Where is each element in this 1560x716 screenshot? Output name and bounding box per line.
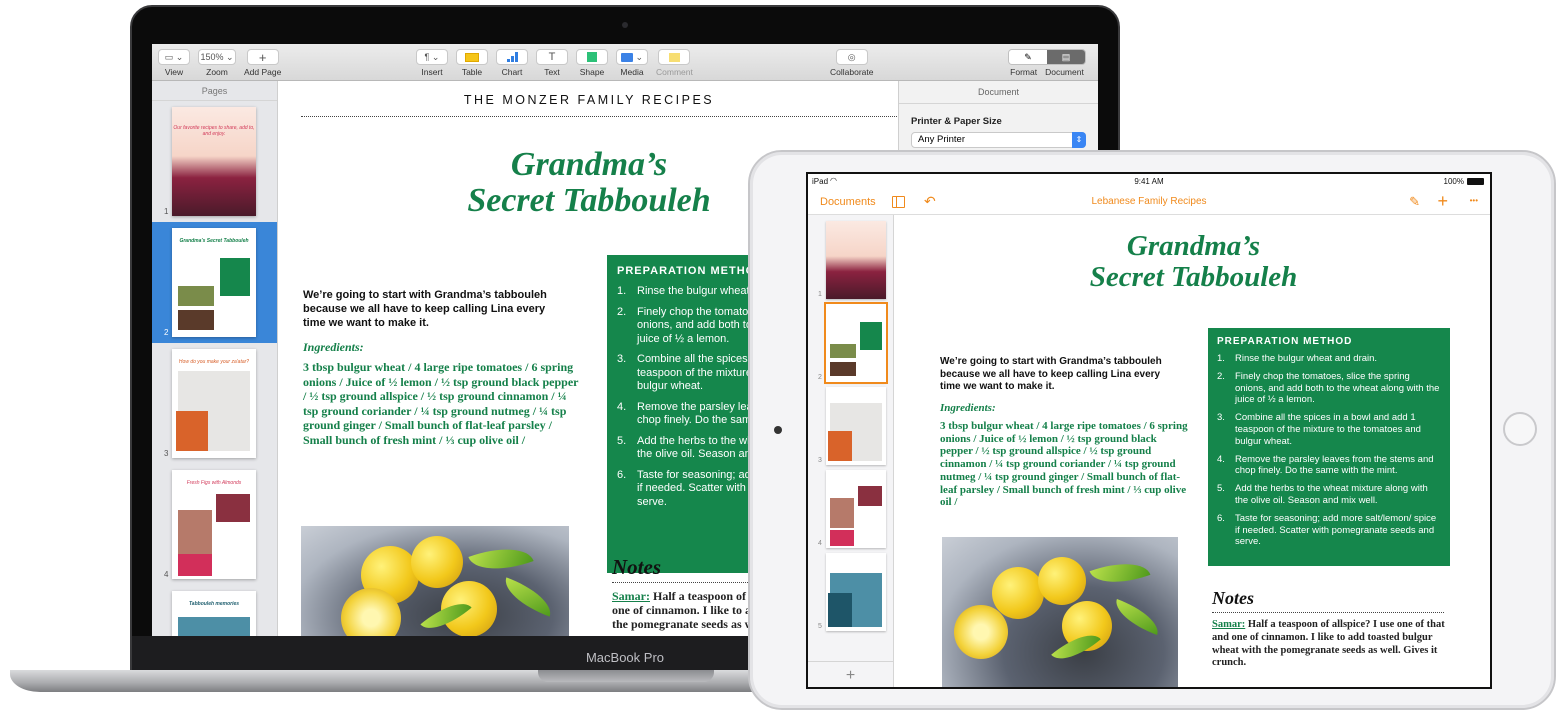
shape-button[interactable]: Shape <box>576 49 608 77</box>
document-tab[interactable]: ▤ <box>1047 50 1085 64</box>
prep-step: 1. Rinse the bulgur wheat and drain. <box>1217 353 1378 364</box>
notes-title: Notes <box>612 555 661 579</box>
photo-icon <box>620 52 633 62</box>
lemons-photo <box>301 526 569 636</box>
collaborate-button[interactable]: ◎ Collaborate <box>830 49 873 77</box>
table-icon <box>465 52 479 62</box>
ipad-status-bar: iPad ◠ 9:41 AM 100% <box>808 174 1490 191</box>
page-thumbnail-3[interactable]: How do you make your za'atar? 3 <box>152 343 277 464</box>
prep-step: 3. Combine all the spices in a bowl and a… <box>1217 412 1421 447</box>
ipad-page-thumbnail-4[interactable]: 4 <box>808 464 893 548</box>
note-author-link[interactable]: Samar: <box>612 589 650 603</box>
macbook-opening-notch <box>538 670 714 682</box>
sidebar-layout-icon: ▭ ⌄ <box>164 51 184 62</box>
page-thumbnail-4[interactable]: Fresh Figs with Almonds 4 <box>152 464 277 585</box>
page-thumbnail-1[interactable]: Our favorite recipes to share, add to, a… <box>152 101 277 222</box>
ipad-camera <box>774 426 782 434</box>
ipad-recipe-intro: We’re going to start with Grandma’s tabb… <box>940 356 1162 392</box>
text-button[interactable]: T Text <box>536 49 568 77</box>
ipad-notes-title: Notes <box>1212 588 1254 608</box>
ipad-ingredients-label: Ingredients: <box>940 402 996 414</box>
format-tab[interactable]: ✎ <box>1009 50 1047 64</box>
view-button[interactable]: ▭ ⌄ View <box>158 49 190 77</box>
toolbar: ▭ ⌄ View 150% ⌄ Zoom + Add Page ¶ ⌄ Inse… <box>152 44 1098 81</box>
ipad-preparation-method-box: PREPARATION METHOD 1. Rinse the bulgur wh… <box>1208 328 1450 566</box>
battery-percent: 100% <box>1443 177 1464 186</box>
pages-sidebar-title: Pages <box>152 81 277 101</box>
clock: 9:41 AM <box>1134 177 1164 186</box>
ipad-notes-divider <box>1212 612 1444 613</box>
comment-button[interactable]: Comment <box>656 49 693 77</box>
printer-paper-size-label: Printer & Paper Size <box>911 116 1002 127</box>
ipad-recipe-title: Grandma’s Secret Tabbouleh <box>1089 230 1298 293</box>
prep-step: 5.Add the herbs to the wheat mixture alo… <box>1217 483 1428 506</box>
paintbrush-icon: ✎ <box>1024 51 1032 62</box>
prep-step: 6.Taste for seasoning; add more salt/lem… <box>1217 512 1437 548</box>
format-paintbrush-icon[interactable]: ✎ <box>1409 194 1420 210</box>
ipad-ingredients-list: 3 tbsp bulgur wheat / 4 large ripe tomat… <box>940 420 1188 509</box>
printer-select[interactable]: Any Printer ⇕ <box>911 132 1086 148</box>
zoom-dropdown[interactable]: 150% ⌄ Zoom <box>198 49 236 77</box>
add-page-button[interactable]: + Add Page <box>244 49 281 77</box>
ipad-lemons-photo <box>942 537 1178 687</box>
recipe-intro: We’re going to start with Grandma’s tabb… <box>303 289 547 329</box>
ipad-page-thumbnails: 1 2 3 4 5 + <box>808 215 894 687</box>
add-person-icon: ◎ <box>847 51 856 62</box>
ipad-document-canvas[interactable]: Grandma’s Secret Tabbouleh We’re going t… <box>895 215 1490 687</box>
ipad-home-button[interactable] <box>1503 412 1537 446</box>
pages-sidebar: Pages Our favorite recipes to share, add… <box>152 81 278 636</box>
ipad-note-author-link[interactable]: Samar: <box>1212 619 1245 630</box>
up-down-chevron-icon: ⇕ <box>1072 132 1086 148</box>
battery-icon <box>1467 178 1484 185</box>
bar-chart-icon <box>506 52 518 62</box>
add-button[interactable]: + <box>1437 191 1448 212</box>
text-t-icon: T <box>548 51 556 63</box>
plus-icon: + <box>845 667 856 684</box>
inspector-title: Document <box>899 81 1098 104</box>
more-button[interactable]: ••• <box>1470 196 1478 205</box>
document-header: THE MONZER FAMILY RECIPES <box>463 93 715 107</box>
ipad-note-comment: Samar: Half a teaspoon of allspice? I us… <box>1212 619 1445 669</box>
chart-button[interactable]: Chart <box>496 49 528 77</box>
ipad-pages-app: iPad ◠ 9:41 AM 100% Documents ↶ Lebanese… <box>806 172 1492 689</box>
ipad-preparation-steps: 1. Rinse the bulgur wheat and drain. 2. Fi… <box>1217 353 1441 548</box>
insert-button[interactable]: ¶ ⌄ Insert <box>416 49 448 77</box>
media-button[interactable]: ⌄ Media <box>616 49 648 77</box>
square-shape-icon <box>587 52 597 62</box>
ipad-nav-bar: Documents ↶ Lebanese Family Recipes ✎ + … <box>808 191 1490 215</box>
comment-note-icon <box>668 52 680 62</box>
ipad-add-page-button[interactable]: + <box>808 661 893 687</box>
document-icon: ▤ <box>1061 51 1071 62</box>
ipad-page-thumbnail-5[interactable]: 5 <box>808 547 893 631</box>
ipad-page-thumbnail-1[interactable]: 1 <box>808 215 893 299</box>
ipad-page-thumbnail-2[interactable]: 2 <box>808 298 893 384</box>
prep-step: 4.Remove the parsley leaves from the ste… <box>1217 453 1434 477</box>
plus-icon: + <box>258 49 267 65</box>
table-button[interactable]: Table <box>456 49 488 77</box>
ingredients-label: Ingredients: <box>303 340 364 354</box>
macbook-camera <box>622 22 628 28</box>
pilcrow-icon: ¶ ⌄ <box>424 51 440 62</box>
ipad-page-thumbnail-3[interactable]: 3 <box>808 381 893 465</box>
page-thumbnail-5[interactable]: Tabbouleh memories 5 <box>152 585 277 636</box>
header-divider <box>301 116 899 117</box>
format-document-switcher: ✎ ▤ Format Document <box>1008 49 1086 77</box>
document-title: Lebanese Family Recipes <box>1091 196 1207 207</box>
page-thumbnail-2[interactable]: Grandma's Secret Tabbouleh 2 <box>152 222 277 343</box>
prep-step: 2.Finely chop the tomatoes, slice the sp… <box>1217 370 1440 406</box>
ingredients-list: 3 tbsp bulgur wheat / 4 large ripe tomat… <box>303 360 579 447</box>
